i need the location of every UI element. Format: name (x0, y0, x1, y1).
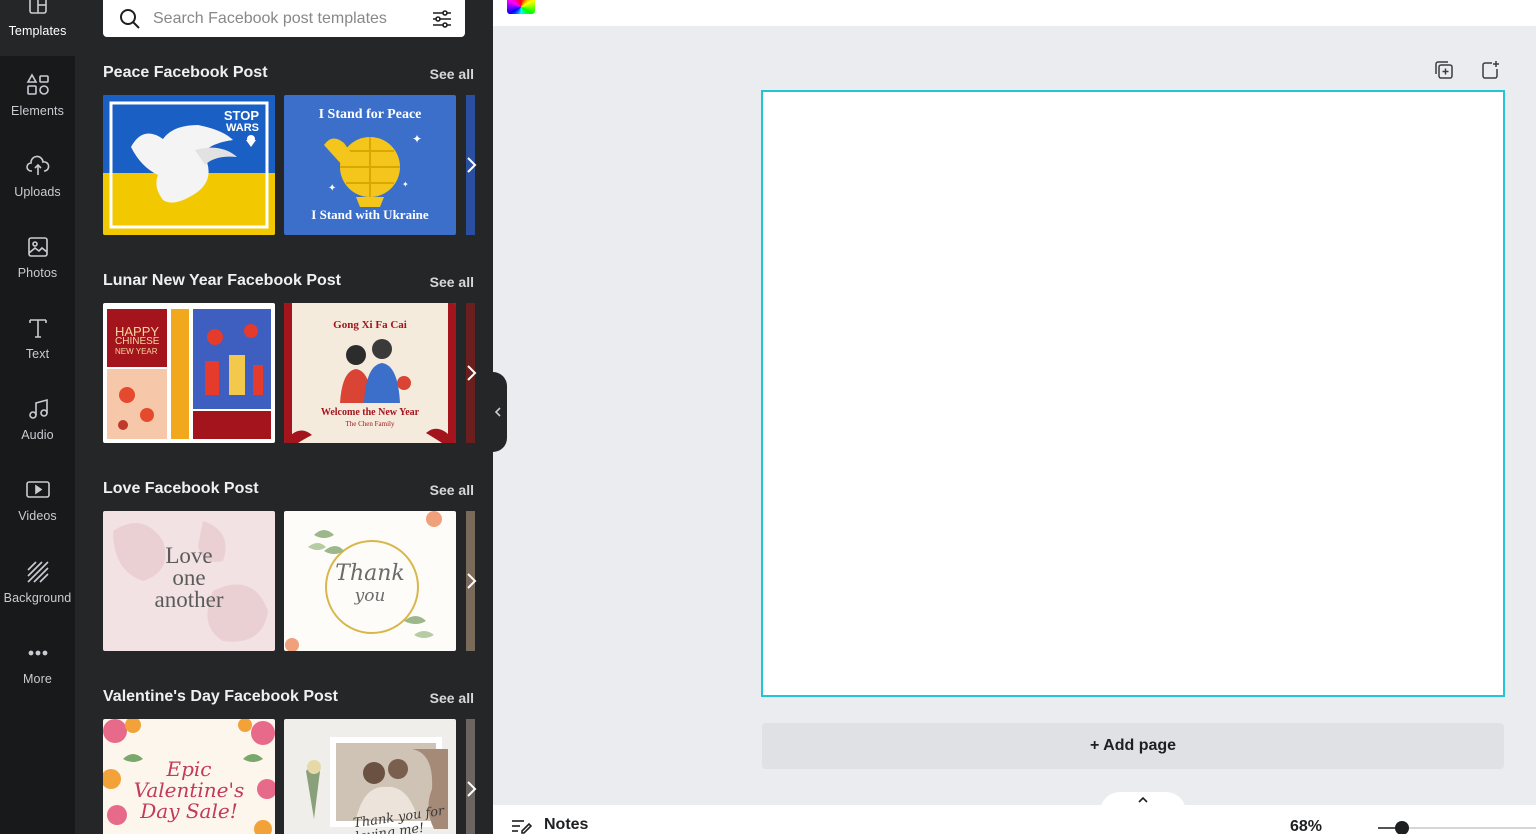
rail-label: Audio (21, 428, 54, 442)
upload-cloud-icon (25, 153, 51, 179)
thumb-text: Day Sale! (140, 799, 238, 823)
notes-icon (512, 820, 532, 834)
thumb-text: Valentine's (133, 778, 245, 802)
editor-toolbar (493, 0, 1536, 26)
photo-icon (25, 234, 51, 260)
rail-item-elements[interactable]: Elements (0, 58, 75, 136)
rail-item-audio[interactable]: Audio (0, 382, 75, 460)
thumb-text: Gong Xi Fa Cai (333, 319, 407, 331)
search-box (103, 0, 465, 37)
add-page-button[interactable]: + Add page (762, 723, 1504, 769)
rail-item-uploads[interactable]: Uploads (0, 139, 75, 217)
chevron-left-icon (494, 407, 501, 417)
see-all-link[interactable]: See all (430, 690, 474, 706)
section-title: Valentine's Day Facebook Post (103, 688, 338, 705)
thumb-text: Love (165, 543, 213, 568)
rail-item-more[interactable]: More (0, 626, 75, 704)
music-note-icon (25, 396, 51, 422)
color-picker-icon[interactable] (507, 0, 535, 14)
chevron-right-icon[interactable] (463, 152, 479, 178)
rail-label: Uploads (14, 185, 61, 199)
section-title: Love Facebook Post (103, 480, 259, 497)
background-pattern-icon (25, 559, 51, 585)
duplicate-page-icon[interactable] (1432, 58, 1456, 82)
search-icon (117, 6, 143, 32)
rail-item-videos[interactable]: Videos (0, 463, 75, 541)
zoom-percentage[interactable]: 68% (1290, 818, 1322, 834)
svg-text:✦: ✦ (412, 132, 422, 146)
text-icon (25, 315, 51, 341)
thumb-text: Epic (166, 757, 212, 781)
rail-item-photos[interactable]: Photos (0, 220, 75, 298)
add-page-icon[interactable] (1478, 58, 1502, 82)
elements-icon (25, 72, 51, 98)
template-thumbnail[interactable]: ✦ ✦ ✦ I Stand for Peace I Stand with Ukr… (284, 95, 456, 235)
thumb-text: I Stand with Ukraine (311, 207, 429, 222)
thumb-text: WARS (226, 122, 259, 134)
design-canvas[interactable] (761, 90, 1505, 697)
template-thumbnail[interactable]: Gong Xi Fa Cai Welcome the New Year The … (284, 303, 456, 443)
thumb-text: you (354, 586, 386, 606)
rail-item-templates[interactable]: Templates (0, 0, 75, 56)
rail-label: More (23, 672, 52, 686)
template-thumbnail[interactable]: HAPPY CHINESE NEW YEAR (103, 303, 275, 443)
rail-label: Templates (8, 24, 67, 38)
show-pages-toggle[interactable] (1100, 792, 1186, 816)
thumb-text: I Stand for Peace (318, 107, 422, 122)
template-thumbnail[interactable]: Thank you for loving me! (284, 719, 456, 834)
collapse-panel-button[interactable] (489, 372, 507, 452)
chevron-up-icon (1138, 796, 1148, 803)
see-all-link[interactable]: See all (430, 482, 474, 498)
template-thumbnail[interactable]: Thank you (284, 511, 456, 651)
page-actions (1432, 58, 1502, 82)
svg-text:✦: ✦ (402, 180, 409, 189)
template-thumbnail[interactable]: STOP WARS (103, 95, 275, 235)
templates-panel: Peace Facebook Post See all STOP WARS (75, 0, 493, 834)
rail-label: Text (25, 347, 50, 361)
notes-button[interactable]: Notes (510, 816, 588, 834)
thumb-text: CHINESE (115, 336, 160, 347)
thumb-text: The Chen Family (345, 420, 395, 428)
search-input[interactable] (153, 9, 423, 28)
rail-item-text[interactable]: Text (0, 301, 75, 379)
notes-label: Notes (544, 816, 589, 833)
thumb-text: one (172, 565, 206, 590)
templates-icon (25, 0, 51, 18)
template-thumbnail[interactable]: Love one another (103, 511, 275, 651)
svg-text:✦: ✦ (328, 183, 336, 194)
rail-label: Videos (18, 509, 57, 523)
section-title: Lunar New Year Facebook Post (103, 272, 342, 289)
chevron-right-icon[interactable] (463, 360, 479, 386)
chevron-right-icon[interactable] (463, 776, 479, 802)
chevron-right-icon[interactable] (463, 568, 479, 594)
zoom-slider[interactable] (1378, 821, 1536, 834)
rail-label: Photos (17, 266, 58, 280)
template-thumbnail[interactable]: Epic Valentine's Day Sale! (103, 719, 275, 834)
zoom-slider-handle[interactable] (1395, 821, 1409, 834)
thumb-text: STOP (223, 108, 259, 123)
thumb-text: another (154, 587, 224, 612)
rail-item-background[interactable]: Background (0, 545, 75, 623)
video-icon (25, 477, 51, 503)
see-all-link[interactable]: See all (430, 274, 474, 290)
thumb-text: NEW YEAR (115, 347, 158, 356)
see-all-link[interactable]: See all (430, 66, 474, 82)
filter-sliders-icon[interactable] (429, 6, 455, 32)
thumb-text: Thank (335, 561, 405, 586)
rail-label: Background (3, 591, 72, 605)
side-rail: Templates Elements Uploads Photos Text A… (0, 0, 75, 834)
thumb-text: Welcome the New Year (320, 407, 420, 418)
more-dots-icon (25, 640, 51, 666)
rail-label: Elements (11, 104, 64, 118)
section-title: Peace Facebook Post (103, 64, 268, 81)
